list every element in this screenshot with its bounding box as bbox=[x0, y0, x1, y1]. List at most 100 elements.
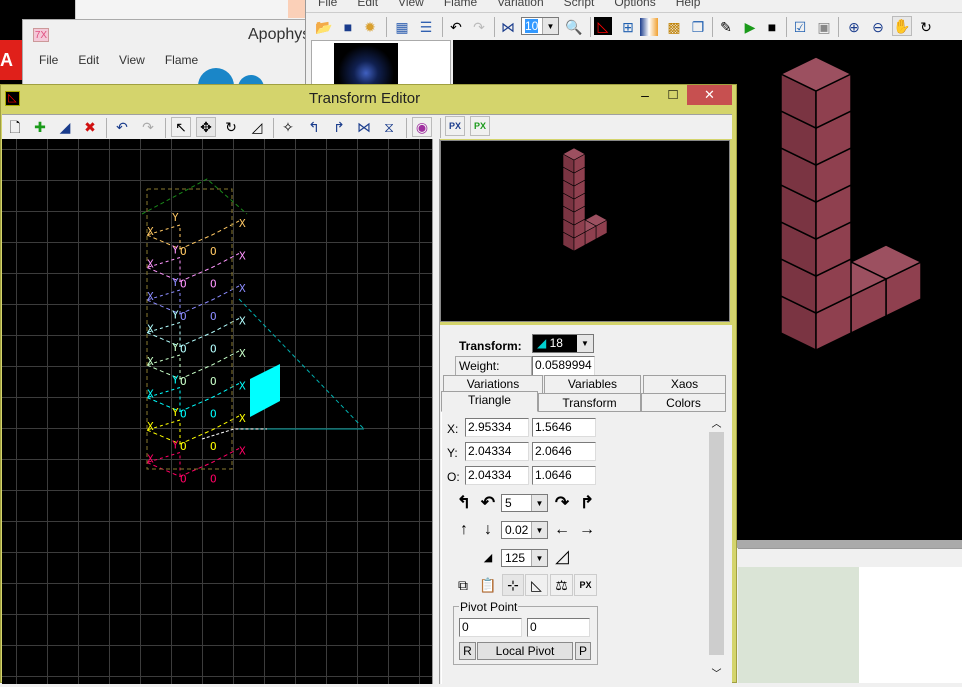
coord-o-b-input[interactable]: 1.0646 bbox=[532, 466, 596, 485]
list-view-icon[interactable]: ▦ bbox=[392, 17, 412, 37]
rotate-left-icon[interactable]: ↶ bbox=[478, 492, 498, 512]
redo-icon[interactable]: ↷ bbox=[138, 117, 158, 137]
menu-view[interactable]: View bbox=[119, 53, 145, 67]
rotate-90-right-icon[interactable]: ↱ bbox=[577, 492, 597, 512]
chevron-down-icon[interactable]: ▼ bbox=[577, 335, 593, 352]
quality-combo[interactable]: 10 ▼ bbox=[521, 17, 559, 35]
vertical-scrollbar[interactable]: ︿ ﹀ bbox=[708, 415, 725, 684]
chevron-down-icon[interactable]: ▼ bbox=[531, 550, 547, 566]
new-transform-icon[interactable]: 🗋 bbox=[5, 117, 25, 137]
chevron-down-icon[interactable]: ▼ bbox=[531, 495, 547, 511]
auto-zoom-icon[interactable]: ⊹ bbox=[502, 574, 524, 596]
chevron-down-icon[interactable]: ▼ bbox=[542, 18, 558, 34]
menu-file[interactable]: File bbox=[318, 0, 337, 9]
zoom-out-icon[interactable]: ⊖ bbox=[868, 17, 888, 37]
coord-x-b-input[interactable]: 1.5646 bbox=[532, 418, 596, 437]
scale-mode-icon[interactable]: ◿ bbox=[247, 117, 267, 137]
coord-o-a-input[interactable]: 2.04334 bbox=[465, 466, 529, 485]
coord-x-a-input[interactable]: 2.95334 bbox=[465, 418, 529, 437]
edit-script-icon[interactable]: ✎ bbox=[716, 17, 736, 37]
explorer-icon[interactable]: 🔍 bbox=[564, 17, 584, 37]
pivot-x-input[interactable]: 0 bbox=[459, 618, 522, 637]
duplicate-transform-icon[interactable]: ◢ bbox=[55, 117, 75, 137]
scale-factor-combo[interactable]: 125 ▼ bbox=[501, 549, 548, 567]
weight-input[interactable]: 0.0589994 bbox=[532, 356, 595, 376]
open-icon[interactable]: 📂 bbox=[314, 17, 334, 37]
move-right-icon[interactable]: → bbox=[577, 520, 597, 540]
show-variations-icon[interactable]: ◉ bbox=[412, 117, 432, 137]
transform-select[interactable]: ◢ 18 ▼ bbox=[532, 334, 594, 353]
pivot-y-input[interactable]: 0 bbox=[527, 618, 590, 637]
coord-y-b-input[interactable]: 2.0646 bbox=[532, 442, 596, 461]
scrollbar-thumb[interactable] bbox=[709, 432, 724, 655]
window-icon[interactable]: ❐ bbox=[688, 17, 708, 37]
flip-horizontal-icon[interactable]: ⋈ bbox=[354, 117, 374, 137]
tab-colors[interactable]: Colors bbox=[641, 393, 726, 411]
reset-pivot-button[interactable]: R bbox=[459, 642, 476, 660]
save-icon[interactable]: ■ bbox=[338, 17, 358, 37]
scroll-down-icon[interactable]: ﹀ bbox=[708, 665, 725, 682]
tab-transform[interactable]: Transform bbox=[538, 393, 641, 411]
delete-transform-icon[interactable]: ✖ bbox=[80, 117, 100, 137]
menu-flame[interactable]: Flame bbox=[165, 53, 198, 67]
menu-view[interactable]: View bbox=[398, 0, 424, 9]
undo-icon[interactable]: ↶ bbox=[446, 17, 466, 37]
redo-icon[interactable]: ↷ bbox=[469, 17, 489, 37]
move-step-combo[interactable]: 0.02 ▼ bbox=[501, 521, 548, 539]
flip-icon[interactable]: ⋈ bbox=[498, 17, 518, 37]
move-down-icon[interactable]: ↓ bbox=[478, 520, 498, 540]
tab-xaos[interactable]: Xaos bbox=[643, 375, 726, 393]
scroll-up-icon[interactable]: ︿ bbox=[708, 415, 725, 432]
undo-icon[interactable]: ↶ bbox=[112, 117, 132, 137]
splitter[interactable] bbox=[432, 139, 440, 684]
flip-vertical-icon[interactable]: ⧖ bbox=[379, 117, 399, 137]
chevron-down-icon[interactable]: ▼ bbox=[531, 522, 547, 538]
play-icon[interactable]: ▶ bbox=[740, 17, 760, 37]
copy-triangle-icon[interactable]: ⧉ bbox=[453, 575, 473, 595]
balance-icon[interactable]: ⚖ bbox=[550, 574, 573, 596]
paste-triangle-icon[interactable]: 📋 bbox=[478, 575, 498, 595]
rotate-left-icon[interactable]: ↰ bbox=[304, 117, 324, 137]
transform-editor-icon[interactable]: ◺ bbox=[594, 17, 612, 35]
menu-file[interactable]: File bbox=[39, 53, 58, 67]
local-pivot-button[interactable]: Local Pivot bbox=[477, 642, 573, 660]
coordinate-system-icon[interactable]: ◺ bbox=[525, 574, 548, 596]
maximize-button[interactable]: □ bbox=[659, 86, 687, 106]
menu-variation[interactable]: Variation bbox=[497, 0, 543, 9]
options-list-icon[interactable]: ☰ bbox=[416, 17, 436, 37]
rotate-icon[interactable]: ↻ bbox=[916, 17, 936, 37]
stop-icon[interactable]: ■ bbox=[762, 17, 782, 37]
menu-help[interactable]: Help bbox=[676, 0, 701, 9]
zoom-in-icon[interactable]: ⊕ bbox=[844, 17, 864, 37]
close-button[interactable]: ✕ bbox=[687, 85, 732, 105]
rotate-mode-icon[interactable]: ↻ bbox=[221, 117, 241, 137]
menu-edit[interactable]: Edit bbox=[357, 0, 378, 9]
rotate-90-left-icon[interactable]: ↰ bbox=[454, 492, 474, 512]
rotate-angle-combo[interactable]: 5 ▼ bbox=[501, 494, 548, 512]
add-post-transform-icon[interactable]: PX bbox=[470, 116, 490, 136]
gradient-icon[interactable] bbox=[640, 18, 658, 36]
move-left-icon[interactable]: ← bbox=[552, 520, 572, 540]
tab-variables[interactable]: Variables bbox=[544, 375, 641, 393]
move-mode-icon[interactable]: ✥ bbox=[196, 117, 216, 137]
transparency-icon[interactable]: ▣ bbox=[814, 17, 834, 37]
pick-pivot-button[interactable]: P bbox=[575, 642, 591, 660]
scale-down-icon[interactable]: ◢ bbox=[478, 548, 498, 568]
coord-y-a-input[interactable]: 2.04334 bbox=[465, 442, 529, 461]
minimize-button[interactable]: ‒ bbox=[631, 86, 659, 106]
post-transform-icon[interactable]: PX bbox=[574, 574, 597, 596]
add-transform-icon[interactable]: ✚ bbox=[30, 117, 50, 137]
scale-up-icon[interactable]: ◿ bbox=[552, 546, 572, 566]
post-transform-icon[interactable]: PX bbox=[445, 116, 465, 136]
hand-icon[interactable]: ✋ bbox=[892, 16, 912, 36]
menu-flame[interactable]: Flame bbox=[444, 0, 477, 9]
rotate-right-icon[interactable]: ↱ bbox=[329, 117, 349, 137]
adjust-icon[interactable]: ⊞ bbox=[618, 17, 638, 37]
tab-triangle[interactable]: Triangle bbox=[441, 391, 538, 412]
menu-options[interactable]: Options bbox=[614, 0, 655, 9]
checklist-icon[interactable]: ☑ bbox=[790, 17, 810, 37]
render-gear-icon[interactable]: ✹ bbox=[360, 17, 380, 37]
menu-edit[interactable]: Edit bbox=[78, 53, 99, 67]
reset-icon[interactable]: ✧ bbox=[278, 117, 298, 137]
rotate-right-icon[interactable]: ↷ bbox=[552, 492, 572, 512]
